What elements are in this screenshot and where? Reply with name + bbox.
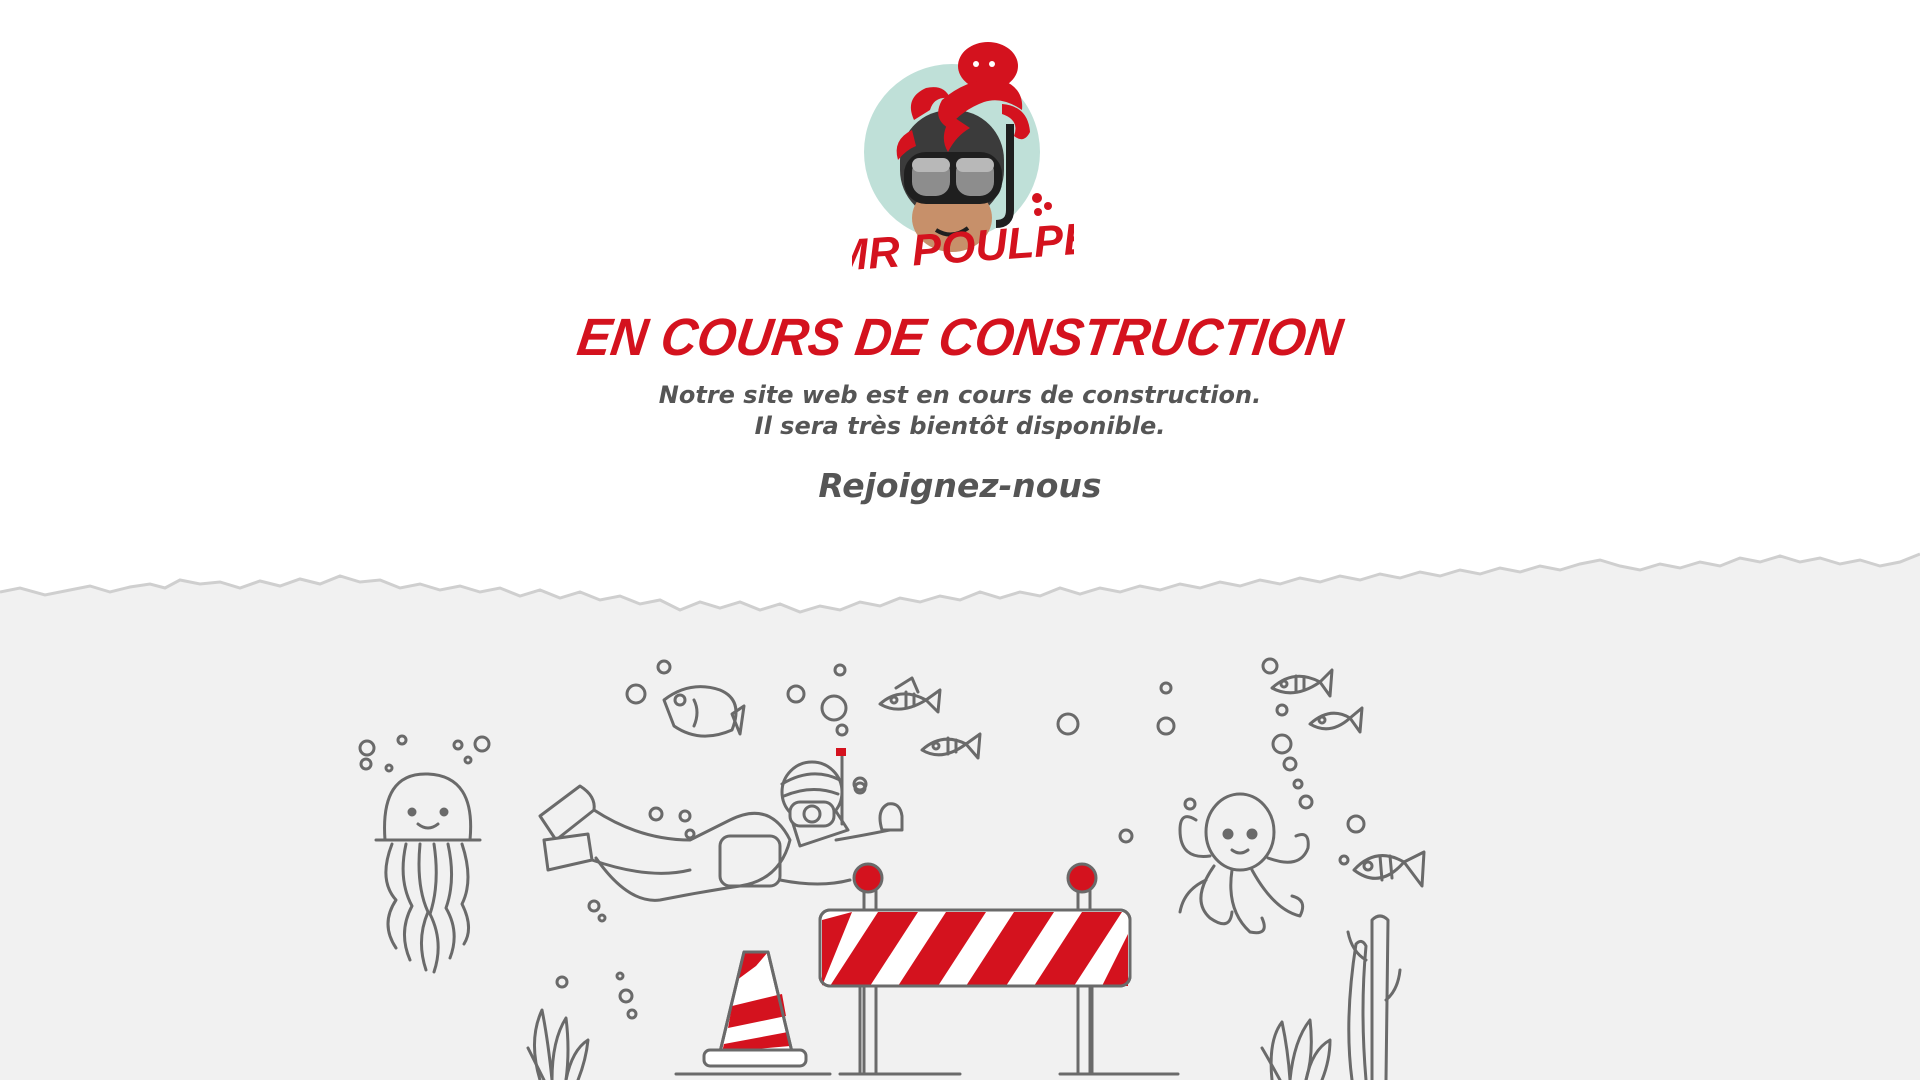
subtitle-line-1: Notre site web est en cours de construct… bbox=[658, 381, 1262, 409]
subtitle-line-2: Il sera très bientôt disponible. bbox=[754, 412, 1166, 440]
logo-text: MR POULPE bbox=[852, 214, 1074, 276]
join-link[interactable]: Rejoignez-nous bbox=[0, 466, 1920, 505]
brand-logo[interactable]: MR POULPE bbox=[830, 40, 1096, 281]
page-title: En cours de construction bbox=[573, 307, 1347, 367]
underwater-illustration bbox=[0, 540, 1920, 1082]
torn-paper-edge bbox=[0, 554, 1920, 1080]
